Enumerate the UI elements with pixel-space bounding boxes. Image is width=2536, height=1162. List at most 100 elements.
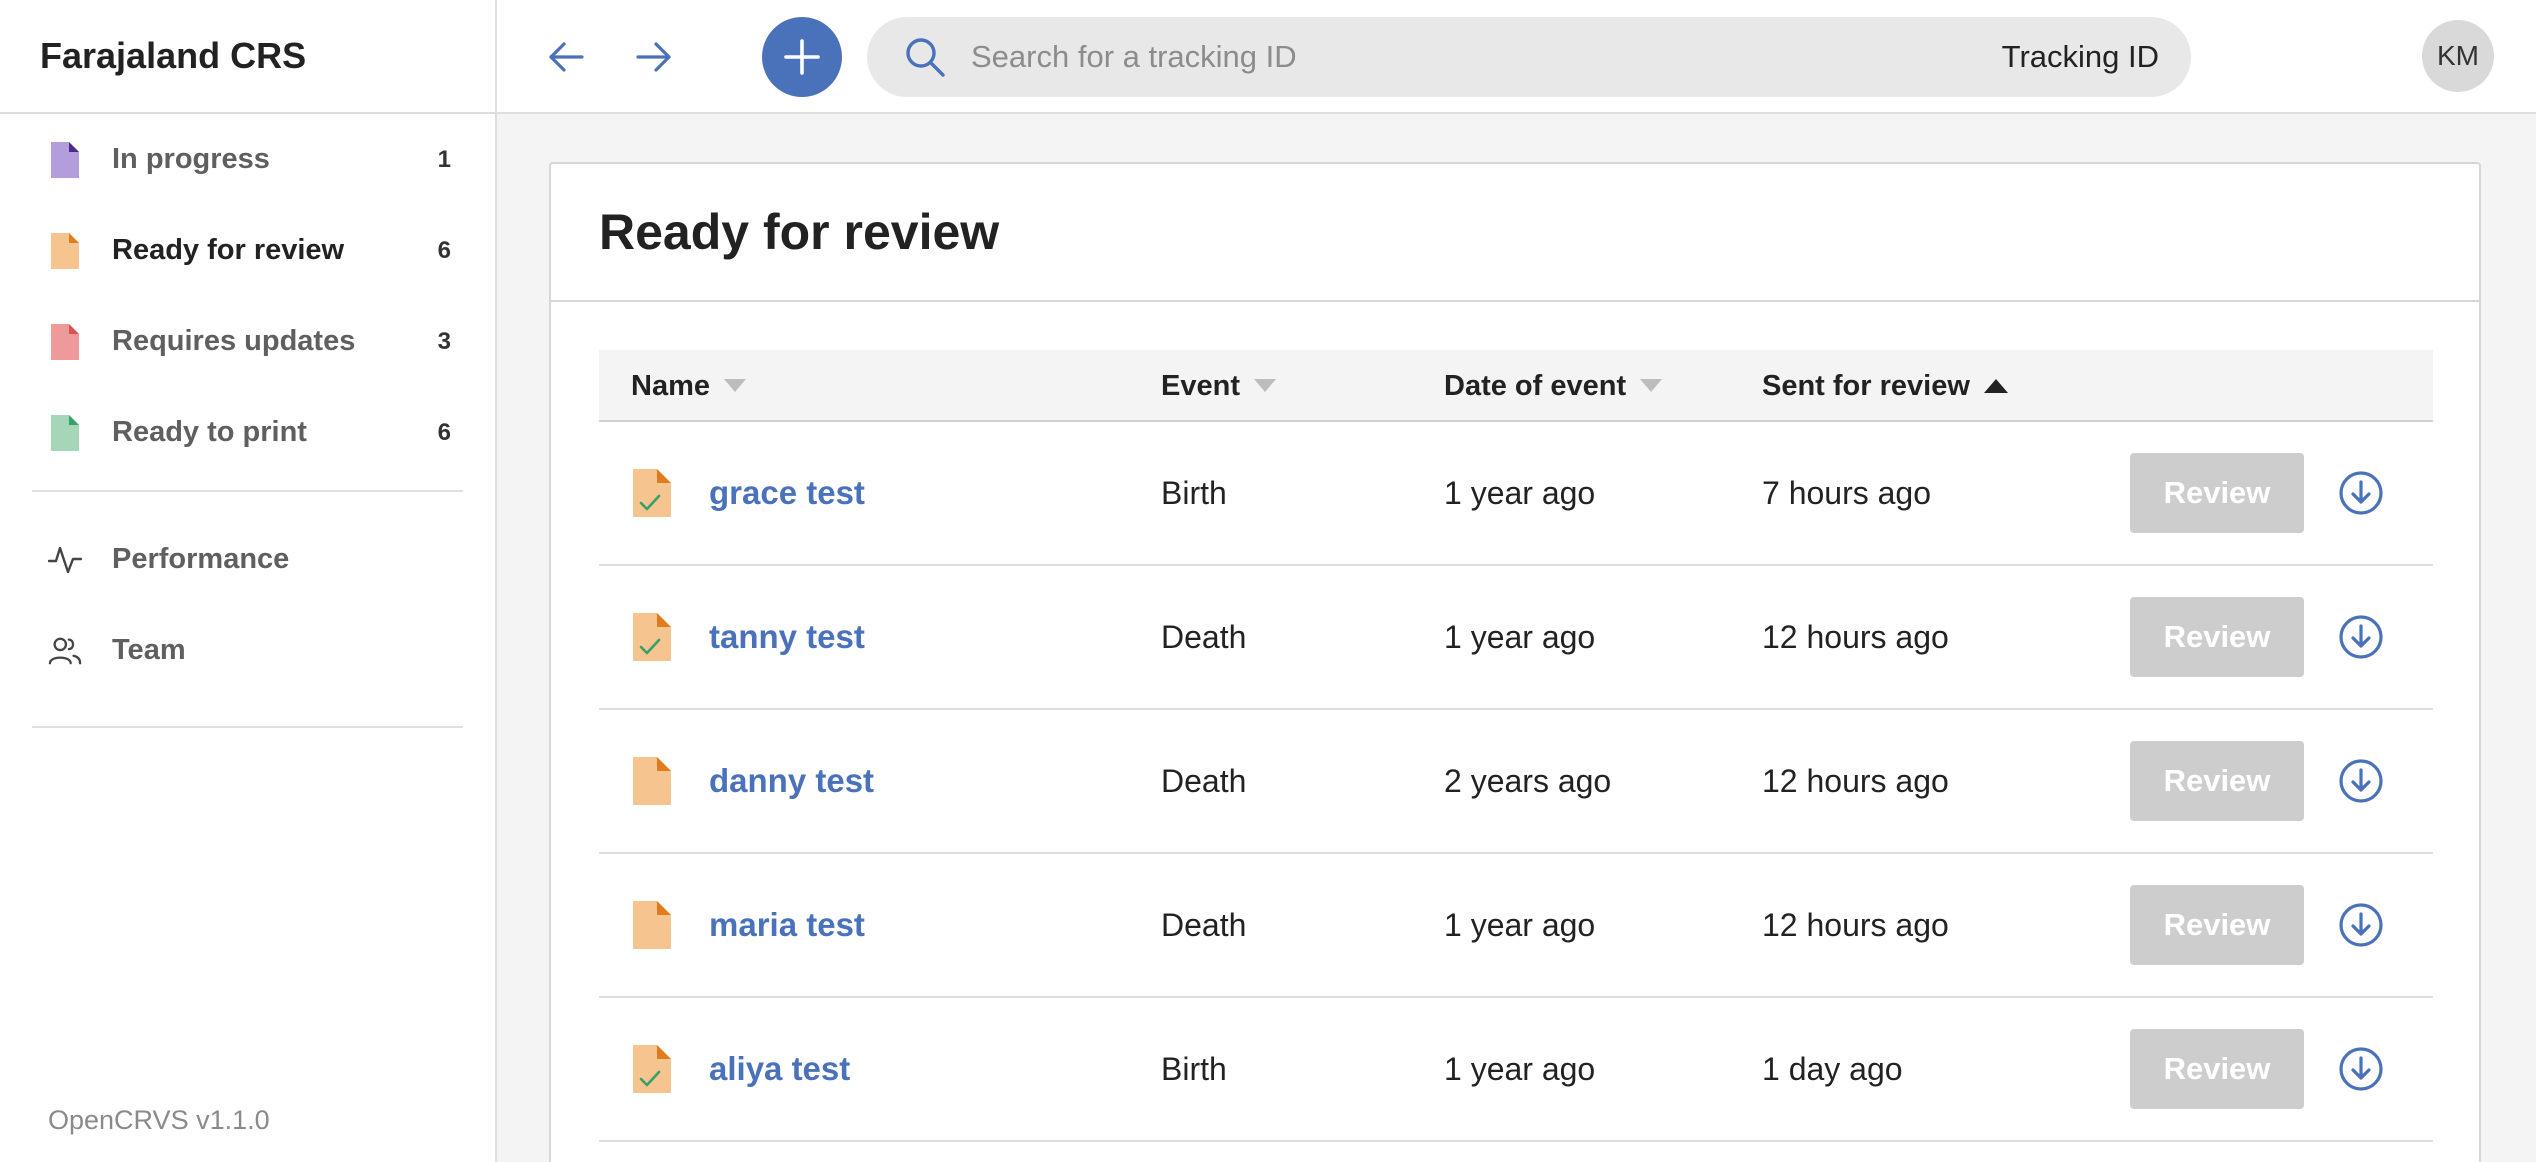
column-header-date-of-event[interactable]: Date of event bbox=[1444, 350, 1663, 422]
record-sent-for-review: 7 hours ago bbox=[1762, 474, 1932, 511]
record-status-icon-cell bbox=[633, 710, 671, 852]
record-sent-for-review: 1 day ago bbox=[1762, 1050, 1903, 1087]
record-date-of-event: 1 year ago bbox=[1444, 906, 1596, 943]
record-name-link[interactable]: danny test bbox=[709, 710, 874, 852]
review-button[interactable]: Review bbox=[2130, 1029, 2304, 1109]
record-name-link[interactable]: tanny test bbox=[709, 566, 865, 708]
table-row: grace test Birth 1 year ago 7 hours ago … bbox=[599, 422, 2433, 566]
review-button[interactable]: Review bbox=[2130, 597, 2304, 677]
column-label: Name bbox=[631, 369, 710, 402]
sidebar-item-performance[interactable]: Performance bbox=[32, 514, 463, 605]
document-red-icon bbox=[48, 323, 82, 360]
search-input[interactable] bbox=[971, 27, 2002, 87]
top-bar: Tracking ID KM bbox=[497, 0, 2536, 114]
table-row: danny test Death 2 years ago 12 hours ag… bbox=[599, 710, 2433, 854]
sidebar-item-ready-for-review[interactable]: Ready for review 6 bbox=[32, 205, 463, 296]
record-name-link[interactable]: maria test bbox=[709, 854, 865, 996]
document-orange-icon bbox=[633, 901, 671, 949]
document-validated-icon bbox=[633, 469, 671, 517]
table-row: aliya test Birth 1 year ago 1 day ago Re… bbox=[599, 998, 2433, 1142]
sidebar: Farajaland CRS In progress 1 Ready for r… bbox=[0, 0, 497, 1162]
record-date-of-event: 1 year ago bbox=[1444, 618, 1596, 655]
app-version: OpenCRVS v1.1.0 bbox=[48, 1105, 270, 1135]
table-row: tanny test Death 1 year ago 12 hours ago… bbox=[599, 566, 2433, 710]
sidebar-item-count: 3 bbox=[437, 327, 451, 355]
column-label: Event bbox=[1161, 369, 1240, 402]
record-date-of-event: 2 years ago bbox=[1444, 762, 1612, 799]
sidebar-item-count: 6 bbox=[437, 418, 451, 446]
record-event: Death bbox=[1161, 906, 1247, 943]
record-sent-for-review: 12 hours ago bbox=[1762, 906, 1949, 943]
activity-icon bbox=[48, 545, 82, 575]
search-bar: Tracking ID bbox=[867, 17, 2191, 97]
sidebar-item-count: 1 bbox=[437, 145, 451, 173]
search-icon bbox=[906, 38, 945, 77]
record-sent-for-review: 12 hours ago bbox=[1762, 762, 1949, 799]
table-body: grace test Birth 1 year ago 7 hours ago … bbox=[599, 422, 2433, 1142]
record-sent-for-review: 12 hours ago bbox=[1762, 618, 1949, 655]
sort-down-icon bbox=[1253, 379, 1276, 392]
users-icon bbox=[48, 636, 82, 666]
arrow-left-icon bbox=[549, 42, 584, 72]
sidebar-item-in-progress[interactable]: In progress 1 bbox=[32, 114, 463, 205]
create-new-button[interactable] bbox=[762, 17, 842, 97]
sidebar-item-ready-to-print[interactable]: Ready to print 6 bbox=[32, 387, 463, 478]
record-date-of-event: 1 year ago bbox=[1444, 474, 1596, 511]
column-label: Date of event bbox=[1444, 369, 1627, 402]
record-event: Birth bbox=[1161, 1050, 1227, 1087]
record-status-icon-cell bbox=[633, 566, 671, 708]
app-window: Farajaland CRS In progress 1 Ready for r… bbox=[0, 0, 2536, 1162]
sidebar-item-label: Performance bbox=[112, 543, 290, 575]
search-type-selector[interactable]: Tracking ID bbox=[2002, 39, 2159, 75]
document-green-icon bbox=[48, 414, 82, 451]
record-name-link[interactable]: grace test bbox=[709, 422, 865, 564]
sidebar-item-count: 6 bbox=[437, 236, 451, 264]
card-header: Ready for review bbox=[551, 164, 2479, 302]
tools-group: Performance Team bbox=[32, 492, 463, 728]
record-event: Birth bbox=[1161, 474, 1227, 511]
document-orange-icon bbox=[633, 757, 671, 805]
workqueue-table: Name Event Date of event Sent for review bbox=[599, 350, 2433, 1142]
review-button[interactable]: Review bbox=[2130, 885, 2304, 965]
sidebar-item-label: Ready to print bbox=[112, 416, 307, 448]
sidebar-item-label: In progress bbox=[112, 143, 270, 175]
sidebar-item-label: Team bbox=[112, 634, 186, 666]
record-status-icon-cell bbox=[633, 854, 671, 996]
column-header-event[interactable]: Event bbox=[1161, 350, 1276, 422]
download-icon[interactable] bbox=[2338, 758, 2384, 804]
column-header-sent-for-review[interactable]: Sent for review bbox=[1762, 350, 2008, 422]
page-title: Ready for review bbox=[599, 204, 1000, 260]
sidebar-item-requires-updates[interactable]: Requires updates 3 bbox=[32, 296, 463, 387]
column-header-name[interactable]: Name bbox=[631, 350, 746, 422]
workqueue-group: In progress 1 Ready for review 6 Require… bbox=[32, 114, 463, 492]
download-icon[interactable] bbox=[2338, 614, 2384, 660]
plus-icon bbox=[784, 39, 820, 75]
sort-up-icon bbox=[1983, 379, 2008, 393]
document-orange-icon bbox=[48, 232, 82, 269]
download-icon[interactable] bbox=[2338, 1046, 2384, 1092]
record-event: Death bbox=[1161, 618, 1247, 655]
forward-button[interactable] bbox=[629, 32, 679, 82]
sidebar-item-label: Ready for review bbox=[112, 234, 345, 266]
document-purple-icon bbox=[48, 141, 82, 178]
sort-down-icon bbox=[1640, 379, 1663, 392]
table-row: maria test Death 1 year ago 12 hours ago… bbox=[599, 854, 2433, 998]
document-validated-icon bbox=[633, 1045, 671, 1093]
column-label: Sent for review bbox=[1762, 369, 1970, 402]
sidebar-item-team[interactable]: Team bbox=[32, 605, 463, 696]
sidebar-nav: In progress 1 Ready for review 6 Require… bbox=[0, 114, 495, 728]
review-button[interactable]: Review bbox=[2130, 741, 2304, 821]
sort-down-icon bbox=[724, 379, 746, 392]
arrow-right-icon bbox=[636, 42, 671, 72]
table-header: Name Event Date of event Sent for review bbox=[599, 350, 2433, 422]
sidebar-item-label: Requires updates bbox=[112, 325, 356, 357]
record-name-link[interactable]: aliya test bbox=[709, 998, 850, 1140]
back-button[interactable] bbox=[541, 32, 591, 82]
record-status-icon-cell bbox=[633, 998, 671, 1140]
avatar[interactable]: KM bbox=[2422, 20, 2494, 92]
download-icon[interactable] bbox=[2338, 902, 2384, 948]
review-button[interactable]: Review bbox=[2130, 453, 2304, 533]
app-title: Farajaland CRS bbox=[0, 0, 495, 114]
download-icon[interactable] bbox=[2338, 470, 2384, 516]
record-date-of-event: 1 year ago bbox=[1444, 1050, 1596, 1087]
